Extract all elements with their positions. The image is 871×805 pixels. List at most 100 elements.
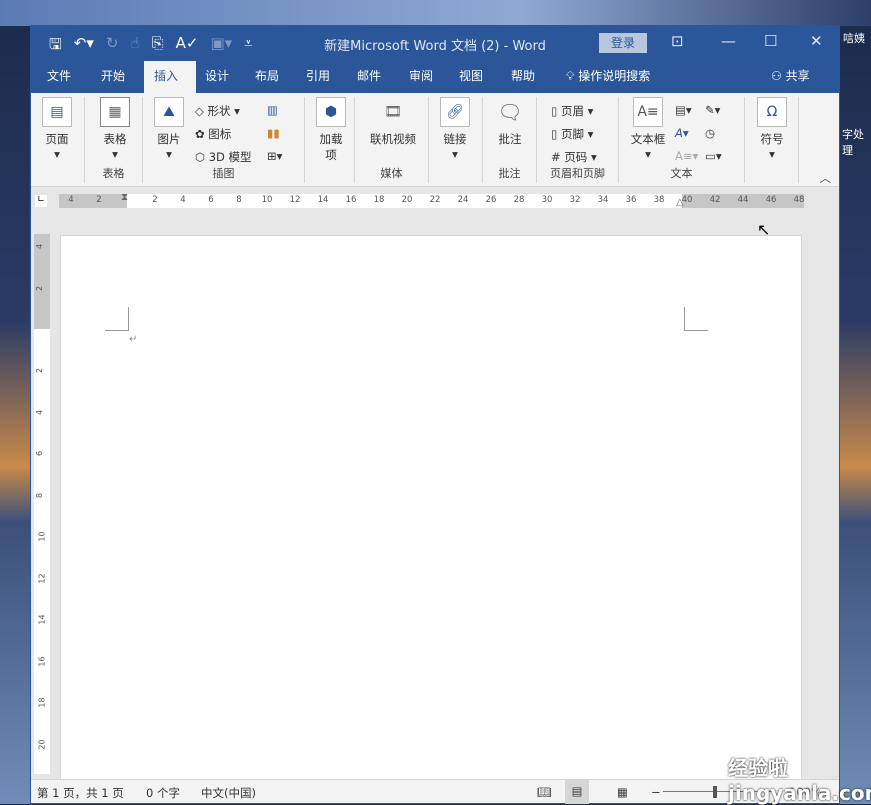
word-count[interactable]: 0 个字 (146, 785, 180, 801)
textbox-icon: A≡ (633, 97, 663, 127)
ribbon-display-icon[interactable]: ⊡ (671, 32, 684, 50)
ruler-tick: 24 (457, 195, 469, 205)
ruler-tick: 12 (37, 572, 47, 584)
tab-layout[interactable]: 布局 (245, 61, 289, 93)
group-label: 插图 (212, 167, 235, 180)
tab-home[interactable]: 开始 (91, 61, 135, 93)
language[interactable]: 中文(中国) (201, 785, 256, 801)
read-mode-icon[interactable]: 📖︎ (537, 785, 552, 799)
3d-models-button[interactable]: ⬡ 3D 模型 (195, 149, 252, 165)
tab-help[interactable]: 帮助 (501, 61, 545, 93)
ruler-tick: 18 (373, 195, 385, 205)
ruler-tick: 8 (236, 195, 242, 205)
tab-selector-icon[interactable]: ∟ (35, 195, 47, 207)
tab-file[interactable]: 文件 (37, 61, 81, 93)
ruler-tick: 22 (429, 195, 441, 205)
share-button[interactable]: ⚇ 共享 (761, 61, 820, 93)
page-count[interactable]: 第 1 页，共 1 页 (37, 785, 124, 801)
tab-view[interactable]: 视图 (449, 61, 493, 93)
quick-parts-icon[interactable]: ▤▾ (675, 103, 692, 117)
ruler-tick: 32 (569, 195, 581, 205)
addins-icon: ⬢ (316, 97, 346, 127)
group-media: 🎞︎ 联机视频 媒体 (355, 97, 429, 183)
comment-button[interactable]: 🗨︎ 批注 (493, 97, 527, 147)
indent-marker-icon[interactable]: ⧗ (121, 192, 128, 203)
page-number-button[interactable]: # 页码 ▾ (551, 149, 597, 165)
ruler-tick: 36 (625, 195, 637, 205)
smartart-icon[interactable]: ▥ (267, 103, 278, 117)
ruler-tick: 38 (653, 195, 665, 205)
group-label: 页眉和页脚 (550, 167, 605, 180)
share-label: 共享 (785, 69, 810, 83)
picture-button[interactable]: ⛰ 图片 ▾ (151, 97, 187, 161)
collapse-ribbon-icon[interactable]: ︿ (820, 170, 832, 186)
word-window: 🖫 ↶▾ ↻ ☝ ⎘ A✓ ▣▾ ⩡ 新建Microsoft Word 文档 (… (30, 25, 840, 804)
desktop-icon-label[interactable]: 唁姨 (843, 30, 865, 46)
addins-button[interactable]: ⬢ 加载项 (315, 97, 347, 163)
print-layout-icon[interactable]: ▤ (565, 780, 589, 804)
horizontal-ruler[interactable]: 4 2 2 4 6 8 10 12 14 16 18 20 22 24 26 28 30 32 34 36 38 40 42… (59, 192, 804, 208)
object-icon[interactable]: ▭▾ (705, 149, 722, 163)
ribbon-tabs: 文件 开始 插入 设计 布局 引用 邮件 审阅 视图 帮助 💡︎ 操作说明搜索 … (31, 61, 839, 93)
group-links: 🔗︎ 链接 ▾ (429, 97, 483, 183)
document-page[interactable]: ↵ (60, 235, 802, 780)
group-label: 批注 (498, 167, 521, 180)
signature-line-icon[interactable]: ✎▾ (705, 103, 720, 117)
minimize-icon[interactable]: — (721, 32, 736, 50)
chart-icon[interactable]: ▮▮ (267, 126, 280, 140)
tab-mailings[interactable]: 邮件 (347, 61, 391, 93)
ruler-tick: 26 (485, 195, 497, 205)
wordart-icon[interactable]: 𝘈▾ (675, 126, 689, 140)
vertical-scrollbar[interactable] (822, 214, 838, 780)
ruler-tick: 28 (513, 195, 525, 205)
ruler-tick: 20 (37, 738, 47, 750)
comment-icon: 🗨︎ (497, 100, 523, 124)
header-button[interactable]: ▯ 页眉 ▾ (551, 103, 593, 119)
page-icon: ▤ (42, 97, 72, 127)
status-bar: 第 1 页，共 1 页 0 个字 中文(中国) 📖︎ ▤ ▦ − 100% (31, 779, 839, 804)
right-indent-icon[interactable]: △ (676, 197, 684, 208)
maximize-icon[interactable]: ☐ (764, 32, 777, 50)
symbol-button[interactable]: Ω 符号 ▾ (755, 97, 789, 161)
screenshot-icon[interactable]: ⊞▾ (267, 149, 282, 163)
web-layout-icon[interactable]: ▦ (617, 785, 628, 799)
tab-references[interactable]: 引用 (296, 61, 340, 93)
table-button[interactable]: ▦ 表格 ▾ (97, 97, 133, 161)
close-icon[interactable]: ✕ (810, 32, 823, 50)
tab-review[interactable]: 审阅 (399, 61, 443, 93)
textbox-button[interactable]: A≡ 文本框 ▾ (625, 97, 671, 161)
link-icon: 🔗︎ (440, 97, 470, 127)
mouse-cursor-icon: ↖ (757, 220, 771, 239)
ruler-tick: 4 (180, 195, 186, 205)
group-label: 文本 (670, 167, 693, 180)
tab-insert[interactable]: 插入 (144, 61, 196, 93)
ruler-tick: 2 (96, 195, 102, 205)
ruler-tick: 12 (289, 195, 301, 205)
ruler-tick: 18 (37, 697, 47, 708)
drop-cap-icon[interactable]: A≡▾ (675, 149, 698, 163)
tell-me-label: 操作说明搜索 (578, 69, 651, 83)
footer-button[interactable]: ▯ 页脚 ▾ (551, 126, 593, 142)
login-button[interactable]: 登录 (599, 33, 647, 53)
pages-button[interactable]: ▤ 页面 ▾ (39, 97, 75, 161)
table-icon: ▦ (100, 97, 130, 127)
window-title: 新建Microsoft Word 文档 (2) - Word (324, 39, 546, 54)
zoom-out-icon[interactable]: − (651, 785, 661, 799)
icons-button[interactable]: ✿ 图标 (195, 126, 231, 142)
picture-icon: ⛰ (154, 97, 184, 127)
tell-me-search[interactable]: 💡︎ 操作说明搜索 (556, 61, 660, 93)
desktop-icon-label[interactable]: 字处理 (842, 126, 871, 158)
online-video-button[interactable]: 🎞︎ 联机视频 (363, 97, 423, 147)
icons-icon: ✿ (195, 127, 205, 141)
link-button[interactable]: 🔗︎ 链接 ▾ (439, 97, 471, 161)
ruler-tick: 16 (345, 195, 357, 205)
ruler-tick: 10 (261, 195, 273, 205)
tab-design[interactable]: 设计 (195, 61, 239, 93)
vertical-ruler[interactable]: 4 2 2 4 6 8 10 12 14 16 18 20 (34, 234, 50, 774)
ruler-tick: 30 (541, 195, 553, 205)
date-time-icon[interactable]: ◷ (705, 126, 715, 140)
shapes-button[interactable]: ◇ 形状 ▾ (195, 103, 240, 119)
margin-mark (684, 307, 708, 331)
zoom-slider-thumb[interactable] (713, 786, 717, 798)
ruler-tick: 2 (35, 285, 45, 292)
